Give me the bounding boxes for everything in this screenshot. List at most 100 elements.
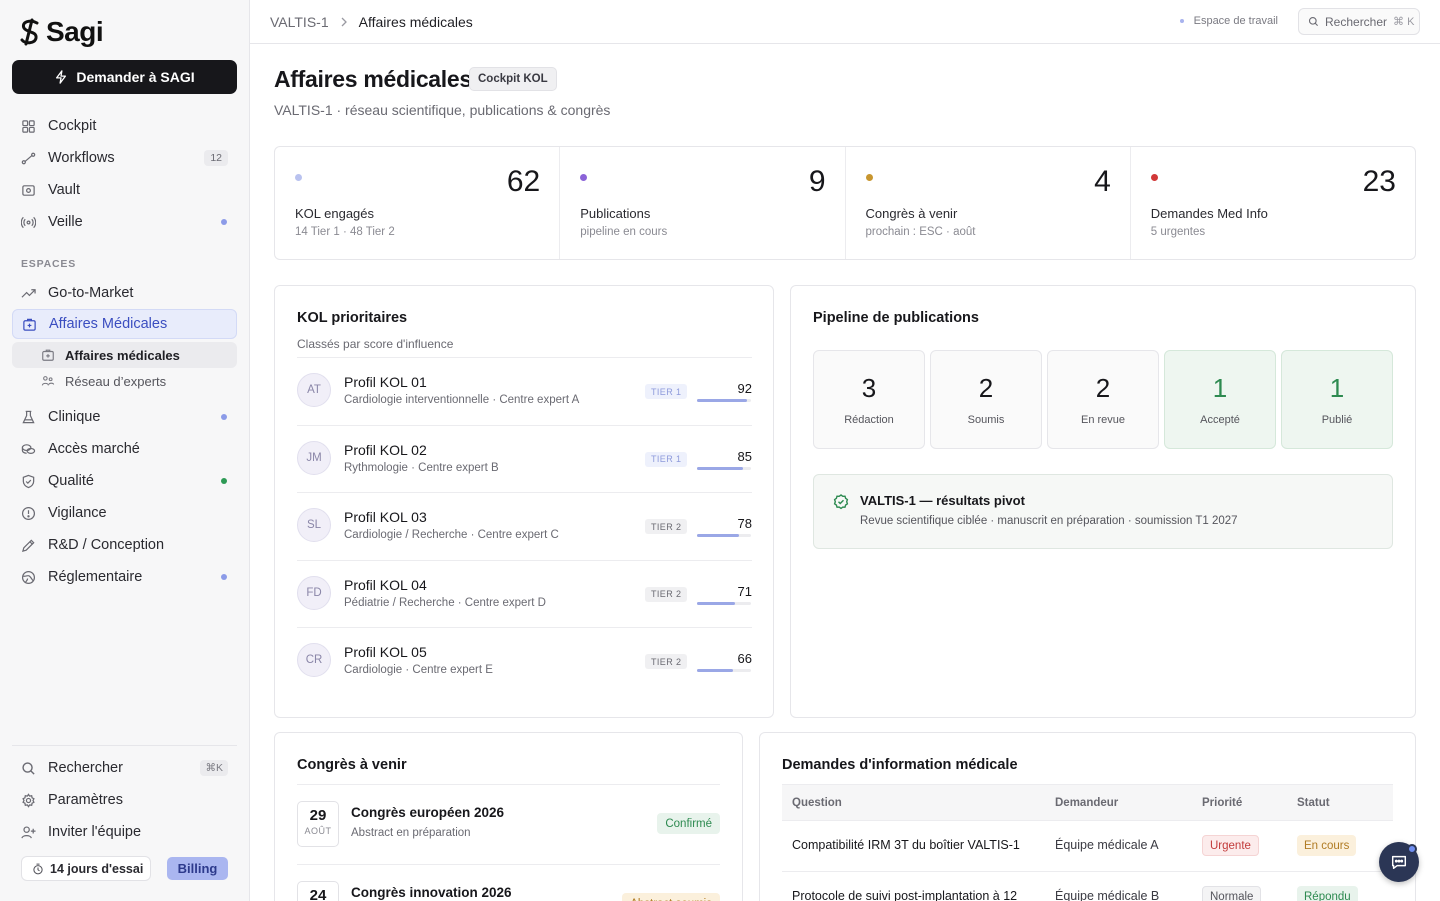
date-month: AOÛT [304, 826, 332, 836]
cockpit-kol-chip: Cockpit KOL [469, 67, 557, 91]
nav-item-vault[interactable]: Vault [12, 175, 237, 205]
congress-row[interactable]: 24 Congrès innovation 2026 Abstract soum… [297, 864, 720, 901]
sagi-logo-icon [20, 18, 39, 46]
influence-score: 78 [737, 516, 752, 532]
stat-card[interactable]: 62 KOL engagés 14 Tier 1 · 48 Tier 2 [275, 147, 561, 259]
avatar: FD [297, 575, 331, 610]
tier-badge: TIER 1 [645, 451, 688, 467]
stat-subtext: 14 Tier 1 · 48 Tier 2 [295, 226, 395, 238]
coins-icon [21, 442, 36, 457]
search-shortcut: ⌘K [200, 760, 228, 776]
nav-item-acces-marche[interactable]: Accès marché [12, 434, 237, 464]
congress-name: Congrès européen 2026 [351, 805, 505, 820]
nav-item-go-to-market[interactable]: Go-to-Market [12, 278, 237, 308]
kol-row[interactable]: FD Profil KOL 04 Pédiatrie / Recherche ·… [297, 559, 752, 628]
nav-item-affaires-medicales[interactable]: Affaires Médicales [12, 309, 237, 339]
score-bar-fill [697, 466, 743, 470]
kol-row[interactable]: AT Profil KOL 01 Cardiologie interventio… [297, 357, 752, 425]
column-header[interactable]: Question [792, 797, 842, 809]
kol-row[interactable]: CR Profil KOL 05 Cardiologie · Centre ex… [297, 627, 752, 695]
workspace-switcher[interactable]: Espace de travail [1179, 15, 1278, 27]
nav-item-inviter-equipe[interactable]: Inviter l'équipe [12, 817, 237, 847]
nav-item-parametres[interactable]: Paramètres [12, 785, 237, 815]
nav-label: Cockpit [48, 118, 97, 134]
nav-item-vigilance[interactable]: Vigilance [12, 498, 237, 528]
nav-item-workflows[interactable]: Workflows 12 [12, 143, 237, 173]
subnav-label: Affaires médicales [65, 347, 180, 363]
pivot-results-note[interactable]: VALTIS-1 — résultats pivot Revue scienti… [813, 474, 1393, 549]
kol-row[interactable]: SL Profil KOL 03 Cardiologie / Recherche… [297, 492, 752, 560]
subnav-label: Réseau d’experts [65, 373, 167, 389]
column-header[interactable]: Demandeur [1055, 797, 1118, 809]
pipeline-stage-redaction[interactable]: 3 Rédaction [813, 350, 925, 449]
subnav-item-reseau-experts[interactable]: Réseau d’experts [12, 368, 237, 394]
globe-icon [21, 570, 36, 585]
upcoming-congress-card: Congrès à venir 29 AOÛT Congrès européen… [274, 732, 743, 901]
timer-icon [33, 863, 43, 874]
kol-specialty: Pédiatrie / Recherche · Centre expert D [344, 596, 546, 609]
pipeline-stage-accepte[interactable]: 1 Accepté [1164, 350, 1276, 449]
nav-label: Workflows [48, 150, 115, 166]
influence-score: 92 [737, 381, 752, 396]
search-input[interactable]: Rechercher ⌘ K [1298, 8, 1420, 35]
stat-value: 23 [1362, 165, 1396, 198]
notification-dot [221, 574, 227, 580]
ask-sagi-button[interactable]: Demander à SAGI [12, 60, 237, 94]
nav-label: Clinique [48, 409, 101, 425]
medical-bag-icon [41, 348, 55, 362]
chat-bubble-icon [1391, 855, 1407, 870]
grid-icon [21, 119, 36, 134]
chat-launcher-button[interactable] [1379, 842, 1419, 882]
kol-row[interactable]: JM Profil KOL 02 Rythmologie · Centre ex… [297, 424, 752, 493]
score-bar-fill [697, 399, 747, 402]
badge-check-icon [833, 494, 849, 510]
note-title: VALTIS-1 — résultats pivot [860, 493, 1025, 508]
app-logo[interactable]: Sagi [18, 16, 104, 48]
table-row[interactable]: Compatibilité IRM 3T du boîtier VALTIS-1… [782, 821, 1393, 872]
stage-count: 2 [1095, 373, 1111, 403]
card-subtitle: Classés par score d'influence [297, 337, 454, 351]
tier-badge: TIER 2 [645, 519, 688, 535]
subnav-item-affaires-medicales[interactable]: Affaires médicales [12, 342, 237, 368]
nav-item-qualite[interactable]: Qualité [12, 466, 237, 496]
nav-item-cockpit[interactable]: Cockpit [12, 111, 237, 141]
stat-subtext: pipeline en cours [580, 226, 668, 238]
status-badge: En cours [1297, 835, 1357, 856]
stat-dot [1150, 174, 1158, 181]
influence-score: 66 [737, 651, 752, 667]
avatar: JM [297, 440, 331, 475]
column-header[interactable]: Statut [1297, 797, 1330, 809]
pipeline-stage-en-revue[interactable]: 2 En revue [1047, 350, 1159, 449]
nav-label: Paramètres [48, 792, 123, 808]
stat-card[interactable]: 4 Congrès à venir prochain : ESC · août [846, 147, 1131, 259]
score-bar [697, 534, 751, 538]
nav-item-rechercher[interactable]: Rechercher ⌘K [12, 753, 237, 783]
stat-card[interactable]: 23 Demandes Med Info 5 urgentes [1131, 147, 1415, 259]
billing-button[interactable]: Billing [167, 857, 228, 880]
congress-row[interactable]: 29 AOÛT Congrès européen 2026 Abstract e… [297, 784, 720, 864]
pipeline-stage-publie[interactable]: 1 Publié [1281, 350, 1393, 449]
kol-list: AT Profil KOL 01 Cardiologie interventio… [297, 357, 752, 695]
search-icon [21, 761, 36, 776]
chat-notification-dot [1407, 844, 1417, 854]
nav-item-rd-conception[interactable]: R&D / Conception [12, 530, 237, 560]
trial-badge[interactable]: 14 jours d'essai [21, 856, 151, 881]
nav-item-veille[interactable]: Veille [12, 207, 237, 237]
column-header[interactable]: Priorité [1202, 797, 1242, 809]
nav-label: Go-to-Market [48, 285, 134, 301]
kol-name: Profil KOL 03 [344, 509, 427, 526]
user-plus-icon [21, 825, 36, 840]
pipeline-stage-soumis[interactable]: 2 Soumis [930, 350, 1042, 449]
notification-dot [221, 219, 227, 225]
nav-item-reglementaire[interactable]: Réglementaire [12, 562, 237, 592]
score-bar-fill [697, 601, 736, 605]
nav-label: R&D / Conception [48, 537, 165, 553]
stat-card[interactable]: 9 Publications pipeline en cours [560, 147, 846, 259]
nav-item-clinique[interactable]: Clinique [12, 402, 237, 432]
table-row[interactable]: Protocole de suivi post-implantation à 1… [782, 872, 1393, 901]
date-tile: 29 AOÛT [297, 801, 339, 847]
stat-subtext: prochain : ESC · août [865, 226, 976, 238]
spaces-section-label: ESPACES [21, 258, 77, 270]
requester-cell: Équipe médicale B [1055, 889, 1160, 901]
breadcrumb-project[interactable]: VALTIS-1 [270, 14, 329, 30]
